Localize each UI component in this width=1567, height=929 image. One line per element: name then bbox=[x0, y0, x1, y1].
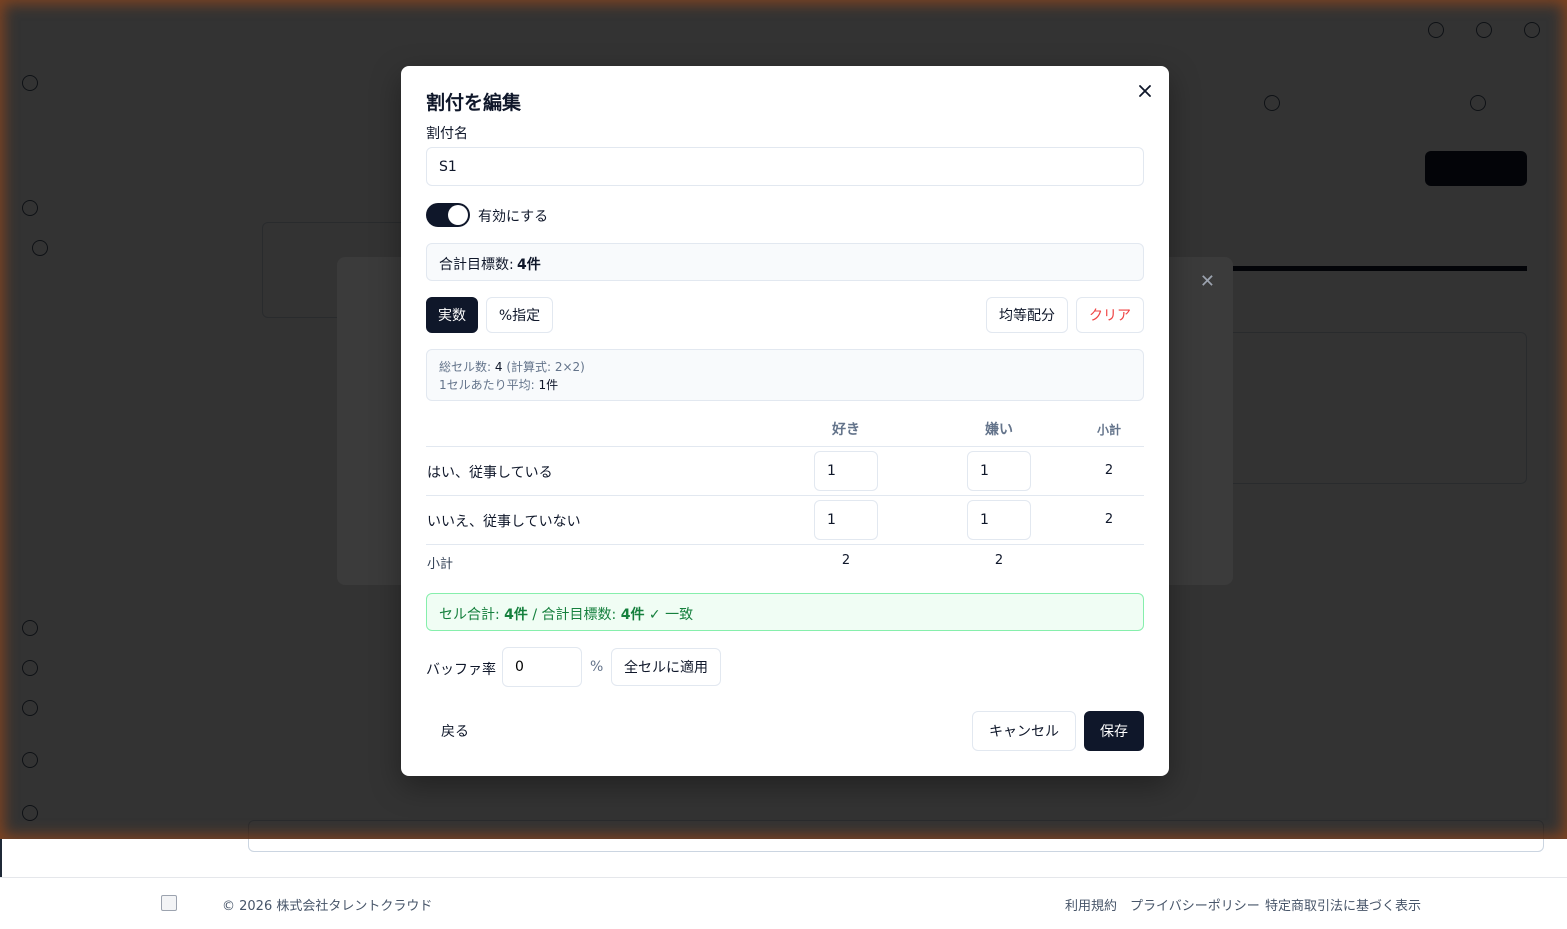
equal-distribute-button[interactable]: 均等配分 bbox=[986, 297, 1068, 333]
subtotal-row-label: 小計 bbox=[427, 557, 454, 572]
target-total-label: 合計目標数: bbox=[439, 257, 514, 273]
copyright: © 2026 株式会社タレントクラウド bbox=[222, 899, 433, 914]
cell-info-box: 総セル数: 4 (計算式: 2×2) 1セルあたり平均: 1件 bbox=[426, 349, 1144, 401]
average-line: 1セルあたり平均: 1件 bbox=[439, 378, 559, 392]
match-status-box: セル合計: 4件 / 合計目標数: 4件 ✓ 一致 bbox=[426, 593, 1144, 631]
cell-input-yes-dislike[interactable] bbox=[967, 451, 1031, 491]
row-subtotal: 2 bbox=[1104, 463, 1114, 478]
table-divider bbox=[426, 544, 1144, 545]
mode-absolute-button[interactable]: 実数 bbox=[426, 297, 478, 333]
column-header-like: 好き bbox=[832, 422, 860, 438]
total-cells-line: 総セル数: 4 (計算式: 2×2) bbox=[439, 360, 585, 374]
back-button[interactable]: 戻る bbox=[426, 712, 484, 750]
cell-input-yes-like[interactable] bbox=[814, 451, 878, 491]
company-logo bbox=[161, 895, 177, 911]
close-button[interactable] bbox=[1135, 81, 1155, 101]
buffer-rate-input[interactable] bbox=[502, 647, 582, 687]
cell-input-no-like[interactable] bbox=[814, 500, 878, 540]
column-subtotal-like: 2 bbox=[841, 553, 851, 568]
buffer-rate-label: バッファ率 bbox=[426, 662, 496, 678]
table-divider bbox=[426, 495, 1144, 496]
allocation-name-input[interactable] bbox=[426, 147, 1144, 186]
enable-toggle[interactable] bbox=[426, 203, 470, 227]
cell-input-no-dislike[interactable] bbox=[967, 500, 1031, 540]
close-icon bbox=[1139, 85, 1151, 97]
toggle-knob bbox=[448, 205, 468, 225]
target-total-box: 合計目標数: 4件 bbox=[426, 243, 1144, 281]
edit-allocation-modal: 割付を編集 割付名 有効にする 合計目標数: 4件 実数 %指定 均等配分 クリ… bbox=[401, 66, 1169, 776]
column-header-dislike: 嫌い bbox=[985, 422, 1013, 438]
table-row-label: いいえ、従事していない bbox=[427, 514, 581, 530]
close-icon: ✕ bbox=[1199, 271, 1215, 292]
match-status-text: セル合計: 4件 / 合計目標数: 4件 ✓ 一致 bbox=[439, 607, 694, 623]
column-subtotal-dislike: 2 bbox=[994, 553, 1004, 568]
table-row-label: はい、従事している bbox=[427, 465, 553, 481]
column-header-subtotal: 小計 bbox=[1096, 423, 1122, 437]
clear-button[interactable]: クリア bbox=[1076, 297, 1144, 333]
apply-all-cells-button[interactable]: 全セルに適用 bbox=[611, 648, 721, 686]
row-subtotal: 2 bbox=[1104, 512, 1114, 527]
save-button[interactable]: 保存 bbox=[1084, 711, 1144, 751]
cancel-button[interactable]: キャンセル bbox=[972, 711, 1076, 751]
terms-link[interactable]: 利用規約 bbox=[1065, 895, 1117, 914]
mode-percent-button[interactable]: %指定 bbox=[486, 297, 553, 333]
table-divider bbox=[426, 446, 1144, 447]
modal-title: 割付を編集 bbox=[426, 92, 522, 114]
percent-unit: % bbox=[590, 659, 604, 675]
enable-toggle-label: 有効にする bbox=[478, 209, 549, 225]
target-total-value: 4件 bbox=[517, 257, 541, 273]
privacy-link[interactable]: プライバシーポリシー bbox=[1130, 895, 1260, 914]
name-label: 割付名 bbox=[426, 126, 468, 142]
footer: © 2026 株式会社タレントクラウド 利用規約 プライバシーポリシー 特定商取… bbox=[0, 877, 1567, 929]
commerce-law-link[interactable]: 特定商取引法に基づく表示 bbox=[1265, 895, 1421, 914]
